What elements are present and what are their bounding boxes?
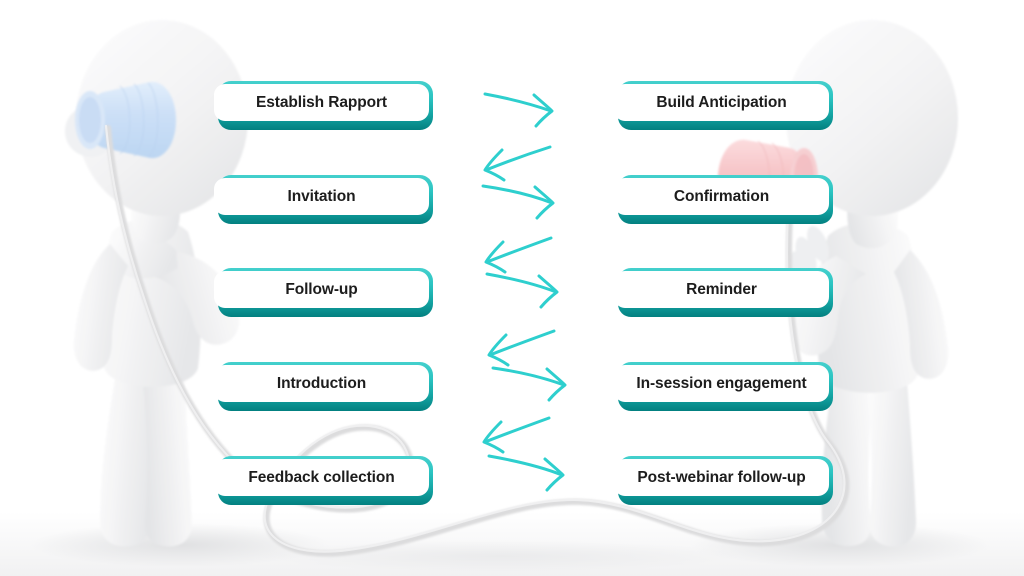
connector-arrow-left-3	[487, 329, 556, 367]
node-card: Introduction	[214, 365, 429, 402]
flow-node-follow-up[interactable]: Follow-up	[214, 265, 433, 317]
node-label: Invitation	[287, 187, 356, 205]
node-card: In-session engagement	[614, 365, 829, 402]
node-label: Build Anticipation	[656, 93, 787, 111]
flow-node-introduction[interactable]: Introduction	[214, 359, 433, 411]
connector-arrow-right-1	[483, 92, 554, 128]
node-label: Confirmation	[673, 187, 770, 205]
flow-node-build-anticipation[interactable]: Build Anticipation	[614, 78, 833, 130]
flow-node-confirmation[interactable]: Confirmation	[614, 172, 833, 224]
node-label: Introduction	[276, 374, 367, 392]
connector-arrow-left-4	[482, 416, 551, 454]
node-card: Establish Rapport	[214, 84, 429, 121]
node-label: In-session engagement	[636, 374, 807, 392]
node-label: Feedback collection	[248, 468, 395, 486]
node-label: Reminder	[686, 280, 757, 298]
node-label: Follow-up	[285, 280, 358, 298]
flow-node-in-session-engagement[interactable]: In-session engagement	[614, 359, 833, 411]
background-illustration	[0, 20, 1024, 576]
node-card: Confirmation	[614, 178, 829, 215]
connector-arrow-right-4	[491, 366, 567, 402]
connector-arrow-right-3	[485, 272, 559, 309]
node-card: Reminder	[614, 271, 829, 308]
node-card: Post-webinar follow-up	[614, 459, 829, 496]
node-card: Invitation	[214, 178, 429, 215]
flow-node-establish-rapport[interactable]: Establish Rapport	[214, 78, 433, 130]
connector-arrow-right-5	[487, 454, 565, 492]
connector-arrow-right-2	[481, 184, 555, 220]
node-card: Follow-up	[214, 271, 429, 308]
node-label: Post-webinar follow-up	[637, 468, 806, 486]
left-tin-can	[75, 81, 176, 159]
connector-arrow-left-1	[483, 145, 552, 182]
node-card: Build Anticipation	[614, 84, 829, 121]
diagram-canvas: Establish Rapport Invitation Follow-up I…	[0, 0, 1024, 576]
connector-arrow-left-2	[484, 236, 553, 274]
flow-node-post-webinar-follow-up[interactable]: Post-webinar follow-up	[614, 453, 833, 505]
connector-arrows	[481, 92, 567, 492]
node-card: Feedback collection	[214, 459, 429, 496]
node-label: Establish Rapport	[256, 93, 387, 111]
flow-node-feedback-collection[interactable]: Feedback collection	[214, 453, 433, 505]
flow-node-reminder[interactable]: Reminder	[614, 265, 833, 317]
flow-node-invitation[interactable]: Invitation	[214, 172, 433, 224]
